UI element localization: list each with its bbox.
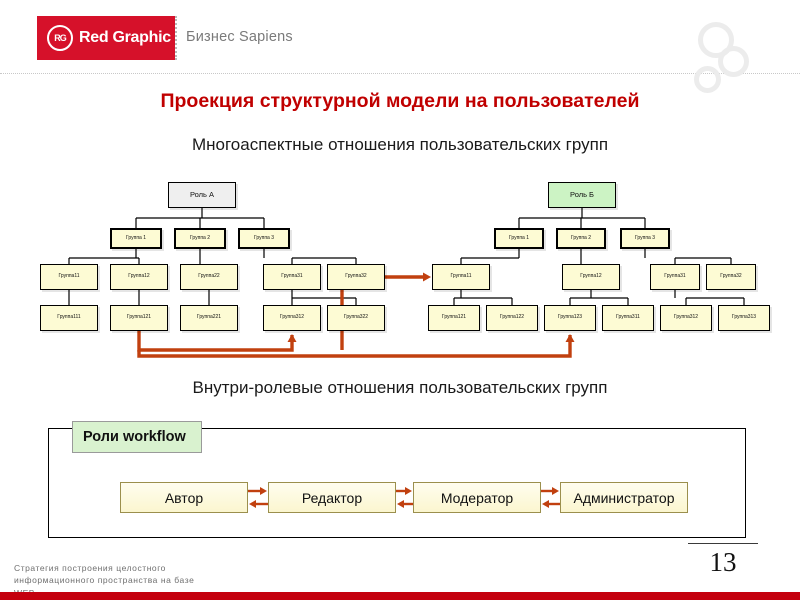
left-tree-level3-node: Группа12 — [110, 264, 168, 290]
node-label: Группа31 — [281, 274, 302, 279]
right-tree-level4-node: Группа311 — [602, 305, 654, 331]
node-label: Группа12 — [580, 274, 601, 279]
node-label: Группа11 — [450, 274, 471, 279]
brand-subtitle: Бизнес Sapiens — [186, 29, 293, 45]
logo-divider — [175, 16, 177, 60]
right-tree-level4-node: Группа122 — [486, 305, 538, 331]
node-label: Роль Б — [570, 191, 594, 199]
left-tree-level4-node: Группа322 — [327, 305, 385, 331]
left-tree-level4-node: Группа111 — [40, 305, 98, 331]
left-tree-level3-node: Группа22 — [180, 264, 238, 290]
node-label: Группа121 — [127, 315, 151, 320]
node-label: Группа123 — [558, 315, 582, 320]
node-label: Группа 1 — [509, 236, 529, 241]
right-tree-level2-node: Группа 3 — [620, 228, 670, 249]
footer-line-1: Стратегия построения целостного — [14, 562, 344, 574]
node-label: Группа22 — [198, 274, 219, 279]
node-label: Группа11 — [58, 274, 79, 279]
page-title: Проекция структурной модели на пользоват… — [0, 90, 800, 113]
node-label: Группа 3 — [635, 236, 655, 241]
left-tree-level3-node: Группа32 — [327, 264, 385, 290]
right-tree-level2-node: Группа 2 — [556, 228, 606, 249]
node-label: Группа12 — [128, 274, 149, 279]
node-label: Группа 2 — [190, 236, 210, 241]
footer-line-2: информационного пространства на базе — [14, 574, 344, 586]
left-tree-level3-node: Группа31 — [263, 264, 321, 290]
bottom-accent-bar — [0, 592, 800, 600]
left-tree-level4-node: Группа221 — [180, 305, 238, 331]
left-tree-level4-node: Группа312 — [263, 305, 321, 331]
right-tree-level3-node: Группа11 — [432, 264, 490, 290]
node-label: Группа313 — [732, 315, 756, 320]
right-tree-level2-node: Группа 1 — [494, 228, 544, 249]
workflow-step-label: Модератор — [441, 490, 513, 506]
right-tree-root-node: Роль Б — [548, 182, 616, 208]
node-label: Группа121 — [442, 315, 466, 320]
node-label: Группа 2 — [571, 236, 591, 241]
left-tree-root-node: Роль А — [168, 182, 236, 208]
left-tree-level2-node: Группа 3 — [238, 228, 290, 249]
node-label: Группа32 — [720, 274, 741, 279]
right-tree-level4-node: Группа313 — [718, 305, 770, 331]
red-graphic-logo: RG Red Graphic — [37, 16, 175, 60]
section-subtitle-top: Многоаспектные отношения пользовательски… — [0, 135, 800, 155]
node-label: Группа322 — [344, 315, 368, 320]
right-tree-level3-node: Группа32 — [706, 264, 756, 290]
logo-wordmark: Red Graphic — [79, 29, 171, 47]
node-label: Группа312 — [280, 315, 304, 320]
workflow-step-4[interactable]: Администратор — [560, 482, 688, 513]
header-divider — [0, 73, 800, 74]
left-tree-level4-node: Группа121 — [110, 305, 168, 331]
node-label: Группа311 — [616, 315, 640, 320]
left-tree-level2-node: Группа 2 — [174, 228, 226, 249]
right-tree-level3-node: Группа31 — [650, 264, 700, 290]
node-label: Группа31 — [664, 274, 685, 279]
node-label: Группа32 — [345, 274, 366, 279]
node-label: Группа111 — [57, 315, 80, 320]
decorative-circle-icon — [718, 46, 749, 77]
node-label: Группа312 — [674, 315, 698, 320]
workflow-step-1[interactable]: Автор — [120, 482, 248, 513]
right-tree-level4-node: Группа123 — [544, 305, 596, 331]
decorative-circle-icon — [694, 66, 721, 93]
workflow-step-2[interactable]: Редактор — [268, 482, 396, 513]
left-tree-level3-node: Группа11 — [40, 264, 98, 290]
page-number: 13 — [688, 547, 758, 578]
logo-mark-icon: RG — [47, 25, 73, 51]
section-subtitle-bottom: Внутри-ролевые отношения пользовательски… — [0, 378, 800, 398]
right-tree-level4-node: Группа312 — [660, 305, 712, 331]
workflow-tag-label: Роли workflow — [72, 421, 202, 453]
workflow-step-label: Редактор — [302, 490, 362, 506]
node-label: Роль А — [190, 191, 214, 199]
node-label: Группа221 — [197, 315, 221, 320]
left-tree-level2-node: Группа 1 — [110, 228, 162, 249]
slide-root: RG Red Graphic Бизнес Sapiens Проекция с… — [0, 0, 800, 600]
page-number-rule — [688, 543, 758, 544]
node-label: Группа122 — [500, 315, 524, 320]
node-label: Группа 1 — [126, 236, 146, 241]
node-label: Группа 3 — [254, 236, 274, 241]
workflow-step-3[interactable]: Модератор — [413, 482, 541, 513]
workflow-step-label: Автор — [165, 490, 203, 506]
right-tree-level4-node: Группа121 — [428, 305, 480, 331]
right-tree-level3-node: Группа12 — [562, 264, 620, 290]
workflow-step-label: Администратор — [573, 490, 674, 506]
